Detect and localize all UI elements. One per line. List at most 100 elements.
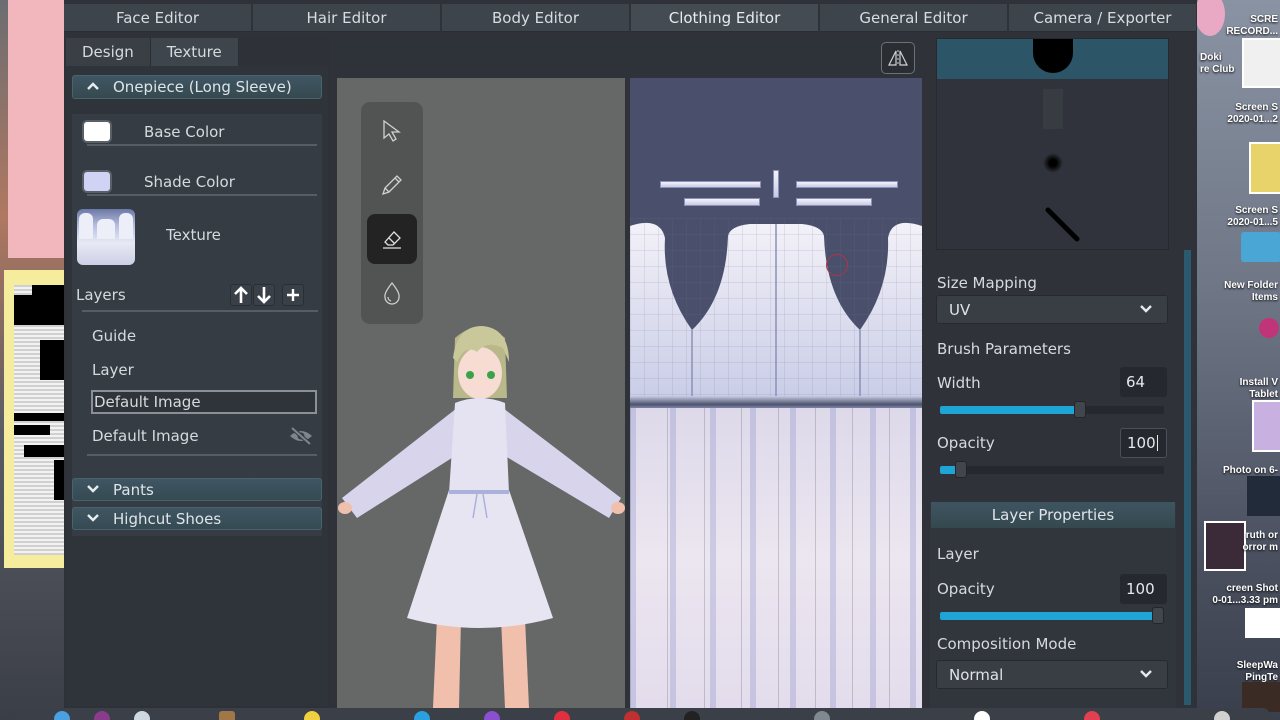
uv-island — [796, 181, 898, 188]
composition-mode-dropdown[interactable]: Normal — [936, 660, 1168, 689]
doki-club-icon[interactable] — [1197, 0, 1225, 36]
layer-properties-header[interactable]: Layer Properties — [931, 502, 1175, 528]
brush-settings-panel: Size Mapping UV Brush Parameters Width 6… — [930, 38, 1180, 708]
mirror-toggle-button[interactable] — [881, 42, 915, 74]
chevron-down-icon — [1140, 305, 1152, 313]
brush-opacity-slider[interactable] — [940, 461, 1164, 478]
editor-tabs: Face Editor Hair Editor Body Editor Clot… — [64, 4, 1196, 32]
layer-opacity-slider[interactable] — [940, 607, 1164, 624]
layer-name: Default Image — [94, 393, 201, 411]
add-layer-button[interactable] — [282, 284, 304, 306]
desktop-icon-label[interactable]: Screen S 2020-01...5 — [1227, 205, 1278, 229]
fill-tool-button[interactable] — [367, 268, 417, 318]
dock-app-icon[interactable] — [219, 711, 235, 720]
uv-island — [660, 181, 761, 188]
right-panel-scrollbar[interactable] — [1184, 250, 1191, 705]
soft-round-brush-icon[interactable] — [1043, 153, 1063, 173]
tab-clothing-editor[interactable]: Clothing Editor — [631, 4, 818, 32]
dock-app-icon[interactable] — [1084, 711, 1100, 720]
slider-handle[interactable] — [1074, 401, 1086, 418]
background-window-pink[interactable] — [8, 0, 64, 258]
line-brush-icon[interactable] — [1045, 207, 1081, 243]
paint-tool-palette — [361, 102, 423, 324]
tab-camera-exporter[interactable]: Camera / Exporter — [1009, 4, 1196, 32]
brush-opacity-input[interactable]: 100 — [1120, 428, 1167, 458]
pencil-tool-button[interactable] — [367, 160, 417, 210]
layer-item-layer[interactable]: Layer — [92, 358, 318, 382]
clothing-list: Onepiece (Long Sleeve) Base Color Shade … — [66, 66, 328, 706]
3d-model-viewport[interactable] — [337, 78, 625, 708]
finder-dock-icon[interactable] — [54, 711, 70, 720]
width-input[interactable]: 64 — [1120, 367, 1167, 397]
desktop-icon-label[interactable]: SleepWa PingTe — [1237, 660, 1278, 684]
divider — [87, 144, 317, 146]
app-icon[interactable] — [1259, 318, 1279, 338]
base-color-swatch[interactable] — [82, 120, 112, 143]
viewport-toolbar — [337, 38, 922, 78]
desktop-file-thumbnail[interactable] — [1245, 608, 1280, 638]
brush-item-hard-round-selected[interactable] — [937, 39, 1168, 79]
desktop-icon-label[interactable]: Screen S 2020-01...2 — [1227, 102, 1278, 126]
desktop-file-thumbnail[interactable] — [1242, 38, 1280, 88]
desktop-icon-label[interactable]: New Folder Items — [1224, 280, 1278, 304]
trash-dock-icon[interactable] — [1214, 711, 1230, 720]
texture-brush-icon[interactable] — [1043, 89, 1063, 129]
tab-general-editor[interactable]: General Editor — [820, 4, 1007, 32]
desktop-file-thumbnail[interactable] — [1252, 400, 1280, 452]
vroid-studio-window: Face Editor Hair Editor Body Editor Clot… — [64, 0, 1197, 708]
dock-app-icon[interactable] — [304, 711, 320, 720]
move-layer-down-button[interactable] — [253, 284, 275, 306]
dock-app-icon[interactable] — [974, 711, 990, 720]
desktop-file-thumbnail[interactable] — [1249, 142, 1280, 194]
section-header-pants[interactable]: Pants — [72, 478, 322, 501]
tab-body-editor[interactable]: Body Editor — [442, 4, 629, 32]
eraser-tool-button[interactable] — [367, 214, 417, 264]
uv-texture-canvas[interactable] — [630, 78, 922, 708]
desktop-file-thumbnail[interactable] — [1204, 521, 1246, 571]
shade-color-row[interactable]: Shade Color — [82, 170, 235, 193]
layer-item-default-image-hidden[interactable]: Default Image — [92, 424, 318, 448]
chevron-down-icon — [1140, 670, 1152, 678]
slider-handle[interactable] — [955, 461, 967, 478]
base-color-label: Base Color — [144, 122, 225, 141]
tab-design[interactable]: Design — [66, 38, 151, 66]
move-layer-up-button[interactable] — [230, 284, 252, 306]
select-tool-button[interactable] — [367, 106, 417, 156]
layer-item-guide[interactable]: Guide — [92, 324, 318, 348]
section-title: Pants — [113, 480, 154, 499]
dock-app-icon[interactable] — [814, 711, 830, 720]
layer-opacity-input[interactable]: 100 — [1120, 574, 1167, 604]
width-slider[interactable] — [940, 401, 1164, 418]
shade-color-swatch[interactable] — [82, 170, 112, 193]
folder-icon[interactable] — [1241, 232, 1280, 262]
tab-texture[interactable]: Texture — [150, 38, 239, 66]
dock-app-icon[interactable] — [94, 711, 110, 720]
width-label: Width — [937, 374, 981, 392]
texture-thumbnail[interactable] — [77, 209, 135, 265]
dock-app-icon[interactable] — [624, 711, 640, 720]
desktop-icon-label[interactable]: creen Shot 0-01...3.33 pm — [1212, 583, 1278, 607]
desktop-icon-label[interactable]: Doki re Club — [1200, 52, 1234, 76]
desktop-icon-label[interactable]: Install V Tablet — [1240, 377, 1278, 401]
tab-face-editor[interactable]: Face Editor — [64, 4, 251, 32]
visibility-off-icon[interactable] — [288, 426, 314, 446]
desktop-background-right: SCRE RECORD... Doki re Club Screen S 202… — [1197, 0, 1280, 720]
uv-skirt-island — [630, 408, 922, 708]
dock-app-icon[interactable] — [684, 711, 700, 720]
tab-hair-editor[interactable]: Hair Editor — [253, 4, 440, 32]
base-color-row[interactable]: Base Color — [82, 120, 224, 143]
layer-item-default-image-selected[interactable]: Default Image — [91, 390, 317, 414]
desktop-icon-label[interactable]: ruth or orror m — [1242, 530, 1278, 554]
desktop-file-thumbnail[interactable] — [1247, 476, 1280, 516]
section-header-onepiece[interactable]: Onepiece (Long Sleeve) — [72, 75, 322, 99]
section-header-highcut-shoes[interactable]: Highcut Shoes — [72, 507, 322, 530]
dock-app-icon[interactable] — [554, 711, 570, 720]
size-mapping-dropdown[interactable]: UV — [936, 295, 1168, 324]
dock-app-icon[interactable] — [414, 711, 430, 720]
dock-app-icon[interactable] — [484, 711, 500, 720]
onepiece-section-body: Base Color Shade Color Texture Layers Gu… — [72, 114, 322, 536]
dock-app-icon[interactable] — [134, 711, 150, 720]
slider-handle[interactable] — [1152, 607, 1164, 624]
desktop-icon-label[interactable]: SCRE RECORD... — [1226, 14, 1278, 38]
divider — [87, 194, 317, 196]
